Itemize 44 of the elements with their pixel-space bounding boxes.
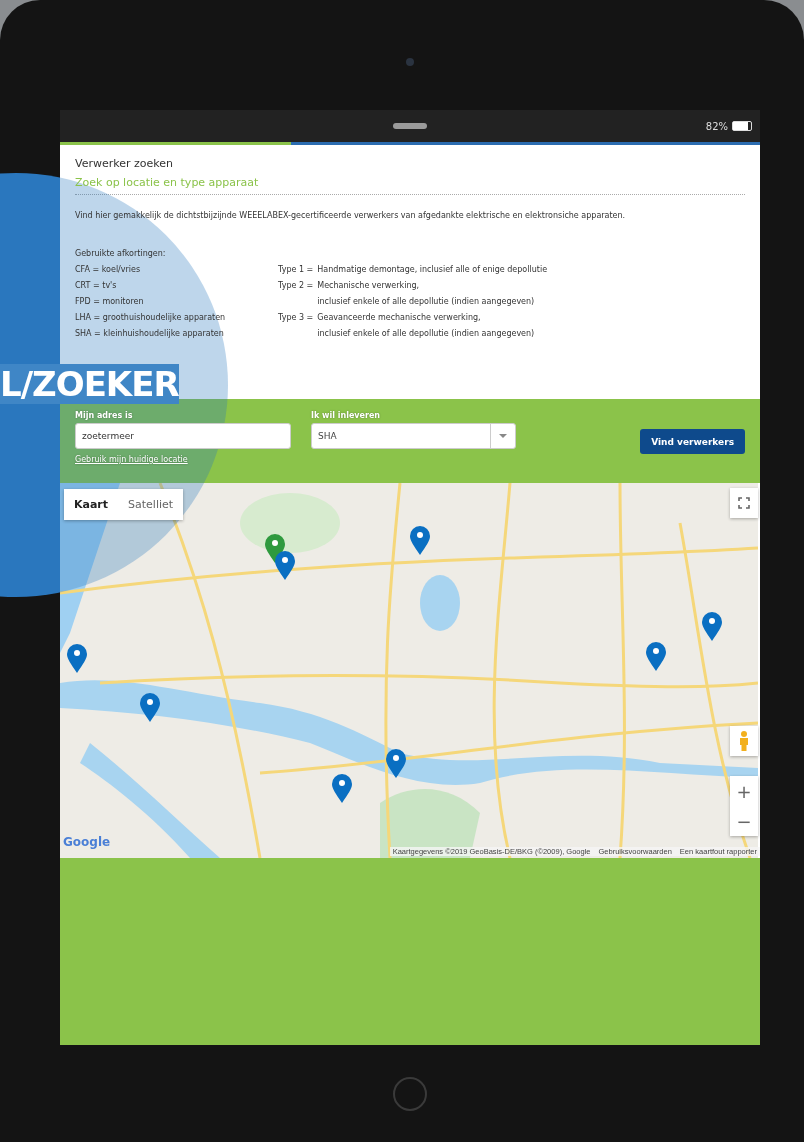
type-label: Type 2 =	[278, 280, 314, 292]
map-pin-icon[interactable]	[701, 612, 723, 642]
map-pin-icon[interactable]	[385, 749, 407, 779]
type-description: Handmatige demontage, inclusief alle of enige depollutie	[317, 264, 548, 276]
device-dropdown[interactable]: SHA	[311, 423, 516, 449]
person-icon	[738, 730, 750, 752]
battery-icon	[732, 121, 752, 131]
map-pin-icon[interactable]	[274, 551, 296, 581]
address-field[interactable]: zoetermeer	[75, 423, 291, 449]
map-pin-icon[interactable]	[139, 693, 161, 723]
caret-icon	[499, 434, 507, 438]
type-description: inclusief enkele of alle depollutie (indien aangegeven)	[317, 296, 535, 308]
abbreviation-text: SHA = kleinhuishoudelijke apparaten	[75, 328, 225, 340]
map-type-tab[interactable]: Kaart	[64, 489, 119, 520]
zoom-in-button[interactable]: +	[730, 776, 758, 806]
abbreviation-text: CFA = koel/vries	[75, 264, 142, 276]
map-pin-icon[interactable]	[66, 644, 88, 674]
field-label: Mijn adres is	[75, 411, 134, 422]
intro-text: Vind hier gemakkelijk de dichtstbijzijnde WEEELABEX-gecertificeerde verwerkers van afgedankte elektrische en elektronsiche apparaten.	[75, 211, 627, 220]
overlay-text: L/ZOEKER	[0, 364, 179, 404]
map-pin-icon[interactable]	[409, 526, 431, 556]
abbreviation-text: CRT = tv's	[75, 280, 118, 292]
find-button[interactable]: Vind verwerkers	[640, 429, 745, 454]
abbreviation-text: FPD = monitoren	[75, 296, 145, 308]
type-label: Type 3 =	[278, 312, 314, 324]
zoom-out-button[interactable]: −	[730, 806, 758, 836]
type-label: Type 1 =	[278, 264, 314, 276]
map-pin-icon[interactable]	[331, 774, 353, 804]
type-description: Mechanische verwerking,	[317, 280, 421, 292]
notch-pill	[393, 123, 427, 129]
fullscreen-button[interactable]	[730, 488, 758, 518]
type-description: inclusief enkele of alle depollutie (indien aangegeven)	[317, 328, 535, 340]
page-title: Verwerker zoeken	[75, 157, 174, 170]
map-pin-icon[interactable]	[645, 642, 667, 672]
map-logo: Google	[63, 835, 111, 849]
page-subtitle: Zoek op locatie en type apparaat	[75, 176, 260, 189]
fullscreen-icon	[738, 497, 750, 509]
map-type-tab[interactable]: Satelliet	[118, 489, 184, 520]
field-label: Ik wil inleveren	[311, 411, 382, 422]
camera-icon	[406, 58, 414, 66]
abbreviations-heading: Gebruikte afkortingen:	[75, 248, 167, 260]
battery-percentage: 82%	[705, 120, 728, 132]
abbreviation-text: LHA = groothuishoudelijke apparaten	[75, 312, 227, 324]
type-description: Geavanceerde mechanische verwerking,	[317, 312, 482, 324]
